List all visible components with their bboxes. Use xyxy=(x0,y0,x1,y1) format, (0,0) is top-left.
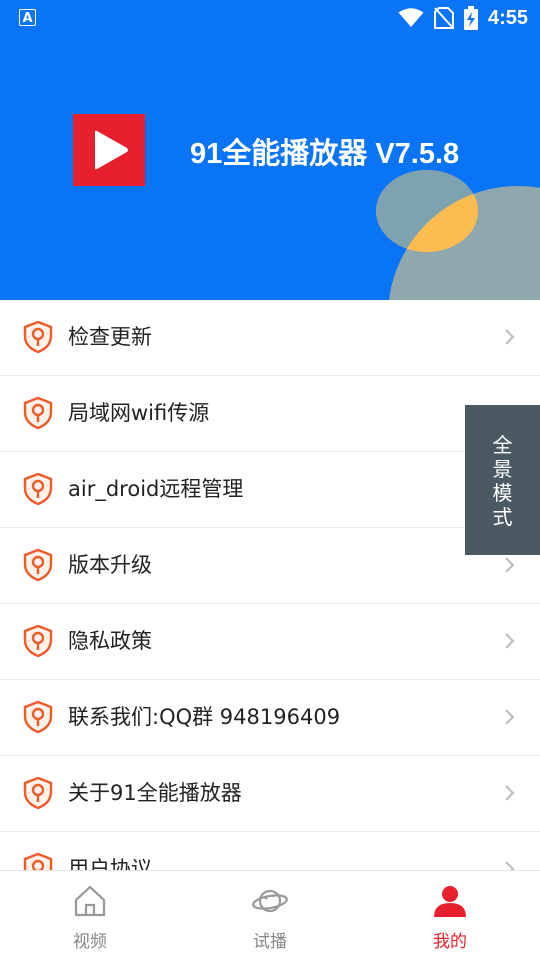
no-sim-icon xyxy=(433,7,454,29)
decor-circle-overlap xyxy=(376,170,478,252)
tab-label: 试播 xyxy=(253,932,287,952)
chevron-right-icon xyxy=(505,785,515,801)
menu-item-about[interactable]: 关于91全能播放器 xyxy=(0,756,540,832)
menu-item-air-droid[interactable]: air_droid远程管理 xyxy=(0,452,540,528)
notification-a-icon: A xyxy=(19,9,36,26)
app-logo xyxy=(73,114,145,186)
menu-item-label: 用户协议 xyxy=(68,857,152,870)
panorama-mode-label-char: 景 xyxy=(492,457,513,481)
header-banner: A 4:55 91全能播放器 V7.5.8 xyxy=(0,0,540,300)
bottom-tab-bar: 视频 试播 我的 xyxy=(0,870,540,961)
home-icon xyxy=(74,885,106,917)
shield-key-icon xyxy=(23,396,53,430)
chevron-right-icon xyxy=(505,861,515,870)
wifi-icon xyxy=(398,8,424,27)
menu-item-label: 关于91全能播放器 xyxy=(68,781,242,805)
menu-item-privacy-policy[interactable]: 隐私政策 xyxy=(0,604,540,680)
chevron-right-icon xyxy=(505,633,515,649)
menu-item-check-update[interactable]: 检查更新 xyxy=(0,300,540,376)
shield-key-icon xyxy=(23,776,53,810)
panorama-mode-label-char: 全 xyxy=(492,433,513,457)
menu-item-user-agreement[interactable]: 用户协议 xyxy=(0,832,540,870)
menu-item-label: 检查更新 xyxy=(68,325,152,349)
shield-key-icon xyxy=(23,852,53,870)
tab-trial[interactable]: 试播 xyxy=(210,871,330,961)
menu-item-label: air_droid远程管理 xyxy=(68,477,244,501)
app-title: 91全能播放器 V7.5.8 xyxy=(190,138,460,170)
menu-item-lan-wifi[interactable]: 局域网wifi传源 xyxy=(0,376,540,452)
shield-key-icon xyxy=(23,472,53,506)
menu-item-label: 隐私政策 xyxy=(68,629,152,653)
clock: 4:55 xyxy=(487,6,528,29)
menu-item-label: 版本升级 xyxy=(68,553,152,577)
menu-item-contact-us[interactable]: 联系我们:QQ群 948196409 xyxy=(0,680,540,756)
user-icon xyxy=(434,886,466,917)
play-icon xyxy=(95,130,128,170)
shield-key-icon xyxy=(23,548,53,582)
settings-menu: 检查更新 局域网wifi传源 air_droid远程管理 版本升级 隐私政策 联… xyxy=(0,300,540,870)
shield-key-icon xyxy=(23,624,53,658)
battery-charging-icon xyxy=(463,6,478,30)
panorama-mode-label-char: 模 xyxy=(492,481,513,505)
tab-video[interactable]: 视频 xyxy=(30,871,150,961)
chevron-right-icon xyxy=(505,557,515,573)
menu-item-version-upgrade[interactable]: 版本升级 xyxy=(0,528,540,604)
shield-key-icon xyxy=(23,700,53,734)
menu-item-label: 局域网wifi传源 xyxy=(68,401,210,425)
chevron-right-icon xyxy=(505,329,515,345)
tab-mine[interactable]: 我的 xyxy=(390,871,510,961)
tab-label: 视频 xyxy=(73,932,107,952)
panorama-mode-button[interactable]: 全 景 模 式 xyxy=(465,405,540,555)
tab-label: 我的 xyxy=(433,932,467,952)
status-bar: A 4:55 xyxy=(0,0,540,36)
chevron-right-icon xyxy=(505,709,515,725)
panorama-mode-label-char: 式 xyxy=(492,505,513,529)
planet-icon xyxy=(252,889,288,913)
menu-item-label: 联系我们:QQ群 948196409 xyxy=(68,705,341,729)
shield-key-icon xyxy=(23,320,53,354)
